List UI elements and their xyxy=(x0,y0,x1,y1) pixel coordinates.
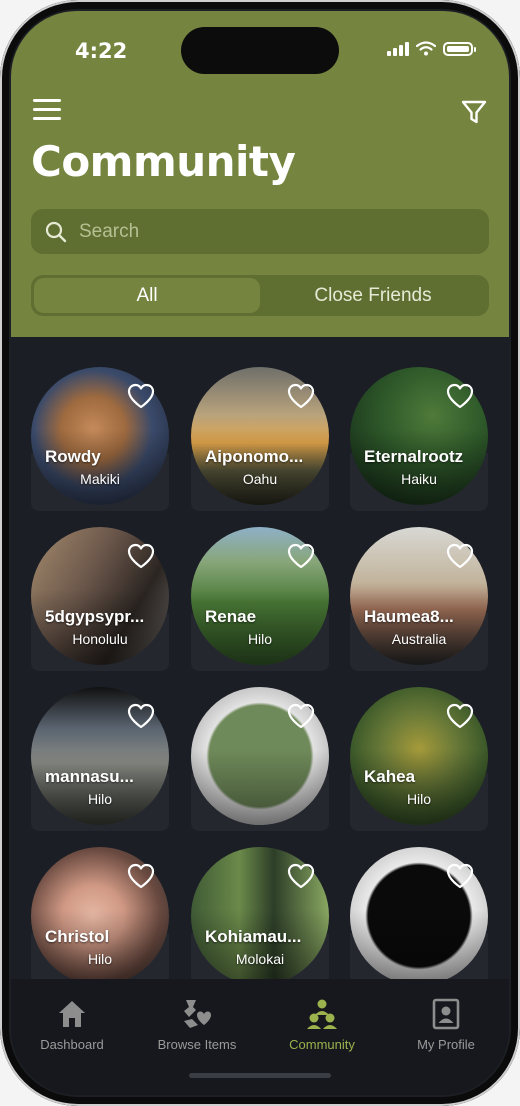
segment-close-friends[interactable]: Close Friends xyxy=(260,278,486,313)
community-card[interactable]: Kahea Hilo xyxy=(350,687,488,831)
card-name: Haumea8... xyxy=(364,607,454,626)
card-name: Kahea xyxy=(364,767,416,786)
hands-heart-icon xyxy=(184,1000,211,1028)
heart-icon[interactable] xyxy=(446,543,474,569)
search-icon xyxy=(45,221,67,242)
tab-label: Browse Items xyxy=(157,1037,237,1052)
heart-icon[interactable] xyxy=(127,543,155,569)
card-name: Aiponomo... xyxy=(205,447,304,466)
filter-icon[interactable] xyxy=(459,97,489,127)
card-name: Renae xyxy=(205,607,257,626)
community-card[interactable]: mannasu... Hilo xyxy=(31,687,169,831)
profile-icon xyxy=(432,998,460,1030)
heart-icon[interactable] xyxy=(127,863,155,889)
tab-browse-items[interactable]: Browse Items xyxy=(142,997,252,1052)
segment-all[interactable]: All xyxy=(34,278,260,313)
heart-icon[interactable] xyxy=(446,383,474,409)
community-card[interactable]: Rowdy Makiki xyxy=(31,367,169,511)
card-location: Hilo xyxy=(247,631,273,647)
status-time: 4:22 xyxy=(75,39,128,63)
community-icon xyxy=(307,999,337,1029)
tab-community[interactable]: Community xyxy=(267,997,377,1052)
card-location: Hilo xyxy=(87,951,113,967)
tab-label: Dashboard xyxy=(40,1037,104,1052)
community-card[interactable]: 5dgypsypr... Honolulu xyxy=(31,527,169,671)
search-bar[interactable] xyxy=(31,209,489,254)
card-location: Oahu xyxy=(242,471,278,487)
heart-icon[interactable] xyxy=(446,703,474,729)
community-card[interactable] xyxy=(350,847,488,991)
heart-icon[interactable] xyxy=(287,543,315,569)
card-name: mannasu... xyxy=(45,767,134,786)
heart-icon[interactable] xyxy=(287,703,315,729)
community-card[interactable]: Renae Hilo xyxy=(191,527,329,671)
wifi-icon xyxy=(416,41,436,56)
community-card[interactable]: Haumea8... Australia xyxy=(350,527,488,671)
card-name: 5dgypsypr... xyxy=(45,607,145,626)
community-card[interactable]: Aiponomo... Oahu xyxy=(191,367,329,511)
heart-icon[interactable] xyxy=(287,863,315,889)
card-name: Eternalrootz xyxy=(364,447,464,466)
tab-label: My Profile xyxy=(417,1037,475,1052)
tab-dashboard[interactable]: Dashboard xyxy=(17,997,127,1052)
heart-icon[interactable] xyxy=(127,383,155,409)
community-card[interactable]: Christol Hilo xyxy=(31,847,169,991)
heart-icon[interactable] xyxy=(446,863,474,889)
status-icons xyxy=(387,41,476,56)
card-location: Australia xyxy=(391,631,447,647)
dynamic-island xyxy=(181,27,339,74)
card-location: Honolulu xyxy=(72,631,128,647)
home-icon xyxy=(59,1001,85,1027)
card-name: Kohiamau... xyxy=(205,927,302,946)
page-title: Community xyxy=(31,137,296,186)
tab-label: Community xyxy=(289,1037,355,1052)
home-indicator xyxy=(189,1073,331,1078)
tab-my-profile[interactable]: My Profile xyxy=(391,997,501,1052)
card-location: Haiku xyxy=(401,471,437,487)
community-card[interactable] xyxy=(191,687,329,831)
card-location: Molokai xyxy=(235,951,285,967)
heart-icon[interactable] xyxy=(287,383,315,409)
card-location: Hilo xyxy=(406,791,432,807)
card-name: Rowdy xyxy=(45,447,101,466)
card-location: Hilo xyxy=(87,791,113,807)
community-card[interactable]: Eternalrootz Haiku xyxy=(350,367,488,511)
segmented-control: All Close Friends xyxy=(31,275,489,316)
heart-icon[interactable] xyxy=(127,703,155,729)
signal-icon xyxy=(387,42,409,56)
card-location: Makiki xyxy=(80,471,120,487)
header: 4:22 Community Search All Close Friends xyxy=(11,11,509,337)
screen: 4:22 Community Search All Close Friends … xyxy=(11,11,509,1095)
menu-button[interactable] xyxy=(33,99,61,121)
battery-icon xyxy=(443,42,476,56)
community-card[interactable]: Kohiamau... Molokai xyxy=(191,847,329,991)
card-name: Christol xyxy=(45,927,110,946)
search-input[interactable] xyxy=(79,220,459,243)
